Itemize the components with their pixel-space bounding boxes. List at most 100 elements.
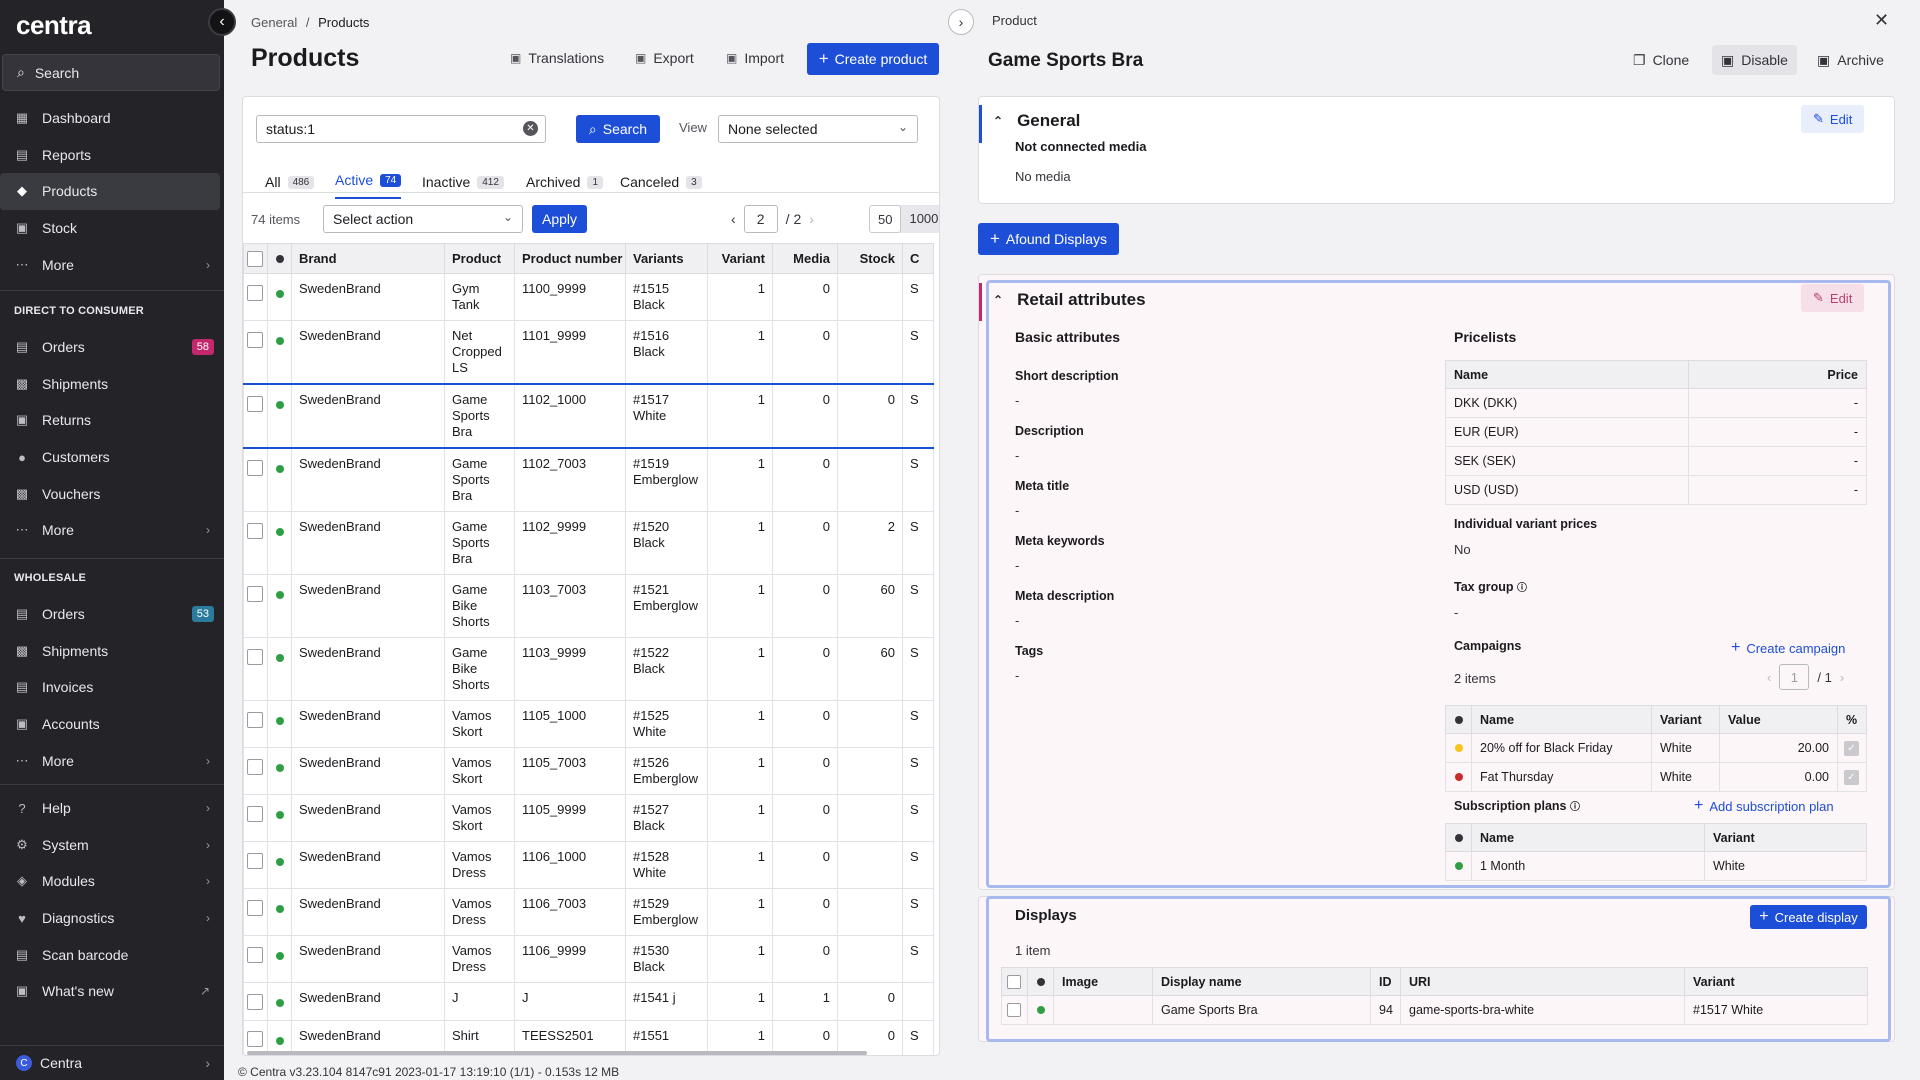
sidebar-item-whats-new[interactable]: ▣ What's new ↗ xyxy=(0,973,224,1010)
sidebar-item-products[interactable]: ◆ Products xyxy=(0,173,220,210)
archive-button[interactable]: ▣ Archive xyxy=(1808,45,1893,75)
table-row[interactable]: SwedenBrand Game Bike Shorts 1103_7003 #1521 E… xyxy=(243,574,934,638)
table-row[interactable]: Game Sports Bra 94 game-sports-bra-white #1… xyxy=(1001,995,1868,1025)
centra-logo[interactable]: centra xyxy=(16,10,92,41)
table-row[interactable]: SwedenBrand Gym Tank 1100_9999 #1515 Black 1 0 S xyxy=(243,273,934,321)
afound-displays-button[interactable]: + Afound Displays xyxy=(978,223,1119,255)
table-row[interactable]: SwedenBrand Vamos Skort 1105_9999 #1527 Black… xyxy=(243,794,934,842)
chevron-left-icon[interactable]: ‹ xyxy=(731,211,736,227)
table-row[interactable]: SwedenBrand Vamos Dress 1106_9999 #1530 Black… xyxy=(243,935,934,983)
sidebar-item-more-ws[interactable]: ⋯ More › xyxy=(0,742,224,779)
row-checkbox[interactable] xyxy=(243,982,268,1021)
chevron-right-icon[interactable]: › xyxy=(1840,670,1844,685)
table-row[interactable]: SwedenBrand Vamos Dress 1106_1000 #1528 White… xyxy=(243,841,934,889)
column-c[interactable]: C xyxy=(902,243,934,274)
sidebar-item-customers[interactable]: ● Customers xyxy=(0,439,224,476)
table-row[interactable]: SwedenBrand Net Cropped LS 1101_9999 #1516 Bla… xyxy=(243,320,934,385)
tab-active[interactable]: Active 74 xyxy=(335,169,402,199)
per-page-1000[interactable]: 1000 xyxy=(901,205,939,233)
row-checkbox[interactable] xyxy=(1007,1003,1021,1018)
row-checkbox[interactable] xyxy=(243,447,268,512)
column-media[interactable]: Media xyxy=(772,243,838,274)
row-checkbox[interactable] xyxy=(243,383,268,449)
sidebar-item-stock[interactable]: ▣ Stock xyxy=(0,210,224,247)
create-display-button[interactable]: + Create display xyxy=(1750,905,1867,929)
table-row[interactable]: SwedenBrand Vamos Skort 1105_1000 #1525 White… xyxy=(243,700,934,748)
sidebar-item-scan-barcode[interactable]: ▤ Scan barcode xyxy=(0,936,224,973)
collapse-sidebar-button[interactable]: ‹ xyxy=(208,8,236,36)
select-all-checkbox[interactable] xyxy=(1007,974,1021,989)
sidebar-item-shipments[interactable]: ▩ Shipments xyxy=(0,366,224,403)
chevron-left-icon[interactable]: ‹ xyxy=(1767,670,1771,685)
row-checkbox[interactable] xyxy=(243,320,268,385)
select-all-checkbox[interactable] xyxy=(243,243,268,274)
sidebar-item-reports[interactable]: ▤ Reports xyxy=(0,137,224,174)
info-icon[interactable]: ⓘ xyxy=(1570,802,1580,813)
clear-icon[interactable]: ✕ xyxy=(523,121,538,136)
tab-all[interactable]: All 486 xyxy=(265,171,315,193)
column-variant[interactable]: Variant xyxy=(707,243,773,274)
general-header[interactable]: ⌃ General xyxy=(993,111,1080,131)
filter-input[interactable]: status:1 ✕ xyxy=(256,115,546,143)
tab-archived[interactable]: Archived 1 xyxy=(526,171,604,193)
clone-button[interactable]: ❐ Clone xyxy=(1624,45,1698,75)
table-row[interactable]: SwedenBrand Game Sports Bra 1102_7003 #1519 Em… xyxy=(243,447,934,512)
sidebar-item-vouchers[interactable]: ▩ Vouchers xyxy=(0,475,224,512)
column-variants[interactable]: Variants xyxy=(625,243,708,274)
create-product-button[interactable]: + Create product xyxy=(807,43,939,75)
horizontal-scrollbar[interactable] xyxy=(247,1051,867,1055)
info-icon[interactable]: ⓘ xyxy=(1517,583,1527,594)
general-edit-button[interactable]: ✎ Edit xyxy=(1801,105,1865,133)
sidebar-item-orders[interactable]: ▤ Orders 58 xyxy=(0,329,224,366)
sidebar-item-accounts[interactable]: ▣ Accounts xyxy=(0,706,224,743)
breadcrumb-general[interactable]: General xyxy=(251,15,297,30)
retail-edit-button[interactable]: ✎ Edit xyxy=(1801,284,1865,312)
row-checkbox[interactable] xyxy=(243,841,268,889)
sidebar-item-more[interactable]: ⋯ More › xyxy=(0,246,224,283)
column-product[interactable]: Product xyxy=(444,243,515,274)
campaign-link[interactable]: 20% off for Black Friday xyxy=(1471,733,1652,763)
row-checkbox[interactable] xyxy=(243,747,268,795)
translations-button[interactable]: ▣ Translations xyxy=(510,50,604,66)
row-checkbox[interactable] xyxy=(243,273,268,321)
table-row[interactable]: SwedenBrand Vamos Dress 1106_7003 #1529 Ember… xyxy=(243,888,934,936)
campaign-link[interactable]: Fat Thursday xyxy=(1471,762,1652,792)
chevron-right-icon[interactable]: › xyxy=(809,211,814,227)
table-row[interactable]: SwedenBrand Game Bike Shorts 1103_9999 #1522 B… xyxy=(243,637,934,701)
table-row[interactable]: SwedenBrand Vamos Skort 1105_7003 #1526 Ember… xyxy=(243,747,934,795)
tab-inactive[interactable]: Inactive 412 xyxy=(422,171,504,193)
table-row[interactable]: SwedenBrand J J #1541 j110 xyxy=(243,982,934,1021)
search-button[interactable]: ⌕ Search xyxy=(576,115,660,143)
sidebar-search[interactable]: ⌕ Search xyxy=(2,54,220,91)
table-row-selected[interactable]: SwedenBrand Game Sports Bra 1102_1000 #1517 Wh… xyxy=(243,383,934,449)
campaign-page-input[interactable]: 1 xyxy=(1779,664,1810,690)
sidebar-item-ws-shipments[interactable]: ▩ Shipments xyxy=(0,633,224,670)
row-checkbox[interactable] xyxy=(243,888,268,936)
view-select[interactable]: None selected ⌄ xyxy=(718,115,918,143)
subscription-link[interactable]: 1 Month xyxy=(1471,851,1705,881)
close-icon[interactable]: ✕ xyxy=(1874,10,1889,31)
sidebar-item-diagnostics[interactable]: ♥ Diagnostics › xyxy=(0,900,224,937)
sidebar-item-dashboard[interactable]: ▦ Dashboard xyxy=(0,100,224,137)
retail-header[interactable]: ⌃ Retail attributes xyxy=(993,290,1146,310)
sidebar-item-invoices[interactable]: ▤ Invoices xyxy=(0,669,224,706)
user-menu[interactable]: C Centra › xyxy=(0,1045,224,1080)
sidebar-item-help[interactable]: ? Help › xyxy=(0,790,224,827)
tab-canceled[interactable]: Canceled 3 xyxy=(620,171,702,193)
row-checkbox[interactable] xyxy=(243,637,268,701)
export-button[interactable]: ▣ Export xyxy=(635,50,694,66)
sidebar-item-system[interactable]: ⚙ System › xyxy=(0,827,224,864)
row-checkbox[interactable] xyxy=(243,511,268,575)
apply-button[interactable]: Apply xyxy=(532,205,587,233)
sidebar-item-ws-orders[interactable]: ▤ Orders 53 xyxy=(0,596,224,633)
import-button[interactable]: ▣ Import xyxy=(726,50,784,66)
expand-pane-button[interactable]: › xyxy=(948,9,974,35)
row-checkbox[interactable] xyxy=(243,794,268,842)
table-row[interactable]: SwedenBrand Game Sports Bra 1102_9999 #1520 Bl… xyxy=(243,511,934,575)
row-checkbox[interactable] xyxy=(243,574,268,638)
column-product-number[interactable]: Product number xyxy=(514,243,626,274)
disable-button[interactable]: ▣ Disable xyxy=(1712,45,1797,75)
sidebar-item-returns[interactable]: ▣ Returns xyxy=(0,402,224,439)
page-input[interactable]: 2 xyxy=(743,205,778,233)
sidebar-item-more-d2c[interactable]: ⋯ More › xyxy=(0,512,224,549)
